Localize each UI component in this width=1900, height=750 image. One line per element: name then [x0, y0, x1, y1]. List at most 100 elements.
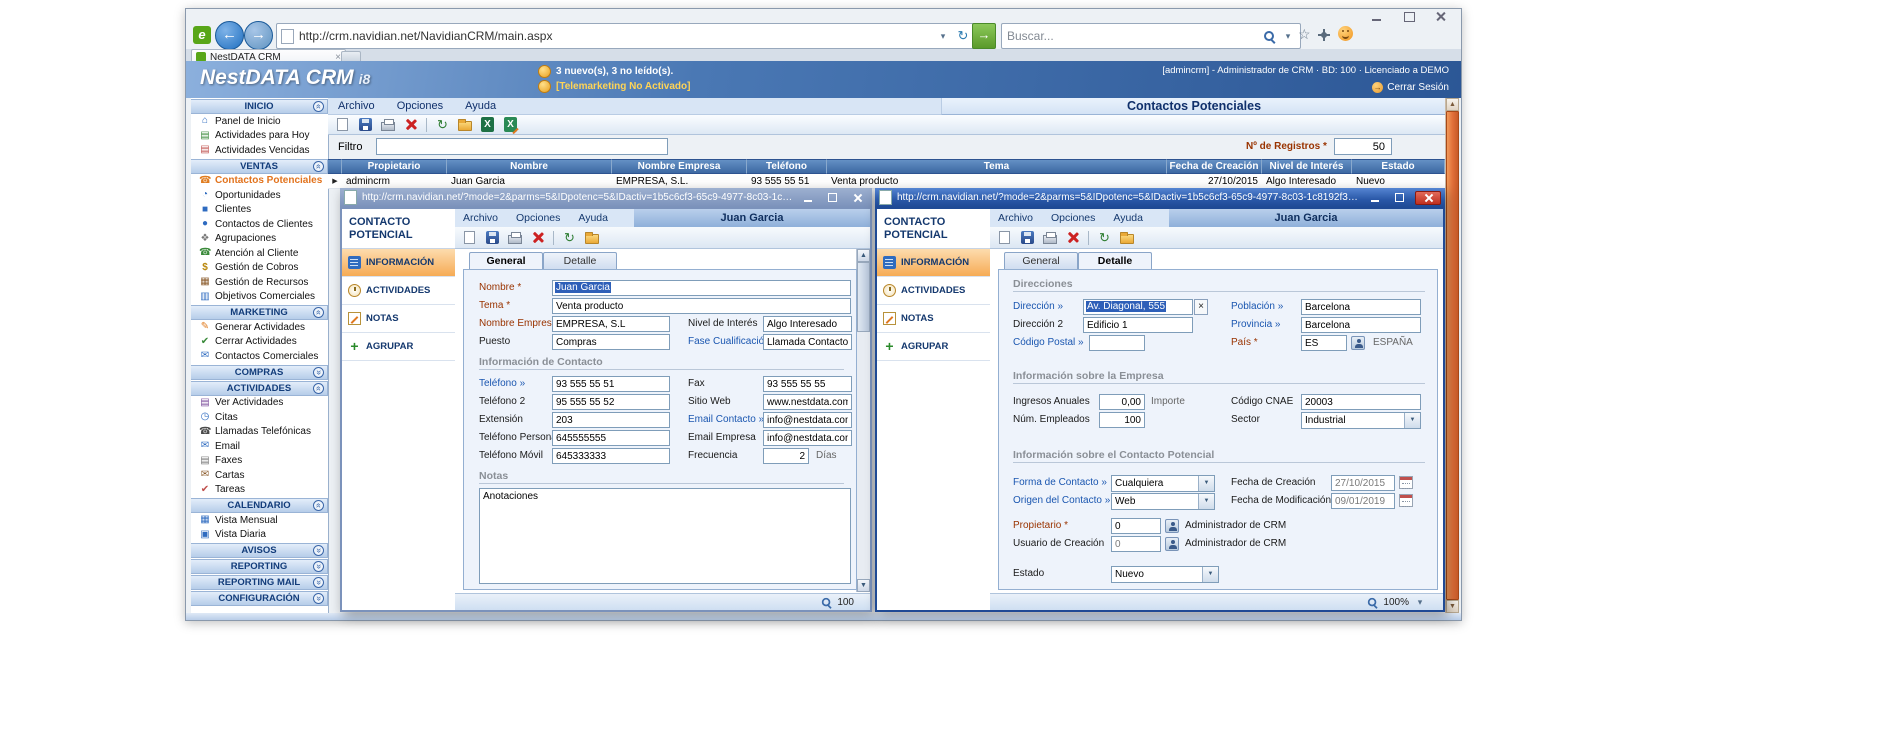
- column-header-propietario[interactable]: Propietario: [342, 159, 447, 174]
- ingresos-input[interactable]: [1099, 394, 1145, 410]
- new-record-icon[interactable]: [337, 118, 348, 131]
- collapse-chevron-icon[interactable]: [313, 500, 324, 511]
- notas-textarea[interactable]: Anotaciones: [479, 488, 851, 584]
- new-record-icon[interactable]: [464, 231, 475, 244]
- nombre-input[interactable]: Juan Garcia: [552, 280, 851, 296]
- go-button[interactable]: [972, 23, 996, 49]
- sidebar-item-agrupaciones[interactable]: Agrupaciones: [191, 232, 328, 247]
- refresh-page-icon[interactable]: [1097, 230, 1112, 245]
- codigo-cnae-input[interactable]: [1301, 394, 1421, 410]
- provincia-input[interactable]: [1301, 317, 1421, 333]
- dropdown-arrow-icon[interactable]: [1198, 494, 1214, 509]
- nav-item-informacion[interactable]: INFORMACIÓN: [877, 249, 990, 277]
- fax-input[interactable]: [763, 376, 852, 392]
- search-icon[interactable]: [1263, 30, 1276, 43]
- email-empresa-input[interactable]: [763, 430, 852, 446]
- save-icon[interactable]: [1021, 231, 1034, 244]
- refresh-icon[interactable]: [955, 28, 971, 44]
- popup-close-icon[interactable]: [1415, 191, 1441, 205]
- nav-item-notas[interactable]: NOTAS: [342, 305, 455, 333]
- usuario-lookup-icon[interactable]: [1165, 537, 1179, 551]
- telemarketing-status[interactable]: [Telemarketing No Activado]: [556, 81, 690, 92]
- fecha-modificacion-input[interactable]: [1331, 493, 1395, 509]
- scrollbar-thumb[interactable]: [857, 262, 870, 332]
- edit-excel-icon[interactable]: [504, 117, 517, 132]
- codigo-postal-label[interactable]: Código Postal »: [1013, 337, 1084, 348]
- sidebar-item-tareas[interactable]: Tareas: [191, 483, 328, 498]
- sidebar-item-panel-de-inicio[interactable]: Panel de Inicio: [191, 114, 328, 129]
- sidebar-item-llamadas-telefonicas[interactable]: Llamadas Telefónicas: [191, 425, 328, 440]
- cell-telefono[interactable]: 93 555 55 51: [747, 174, 827, 189]
- sitio-web-input[interactable]: [763, 394, 852, 410]
- usuario-creacion-input[interactable]: [1111, 536, 1161, 552]
- popup-maximize-icon[interactable]: [823, 191, 843, 205]
- sidebar-item-gestion-de-cobros[interactable]: Gestión de Cobros: [191, 261, 328, 276]
- telefono-movil-input[interactable]: [552, 448, 670, 464]
- zoom-icon[interactable]: [1367, 596, 1378, 607]
- poblacion-label[interactable]: Población »: [1231, 301, 1283, 312]
- print-icon[interactable]: [508, 235, 522, 244]
- sidebar-item-atencion-al-cliente[interactable]: Atención al Cliente: [191, 246, 328, 261]
- column-header-nombre[interactable]: Nombre: [447, 159, 612, 174]
- collapse-chevron-icon[interactable]: [313, 383, 324, 394]
- cell-nombre-empresa[interactable]: EMPRESA, S.L.: [612, 174, 747, 189]
- sidebar-section-configuracion[interactable]: CONFIGURACIÓN: [191, 591, 328, 606]
- folder-icon[interactable]: [1120, 234, 1134, 244]
- logout-button[interactable]: Cerrar Sesión: [1372, 82, 1449, 93]
- column-header-nombre-empresa[interactable]: Nombre Empresa: [612, 159, 747, 174]
- cell-nombre[interactable]: Juan Garcia: [447, 174, 612, 189]
- collapse-chevron-icon[interactable]: [313, 101, 324, 112]
- provincia-label[interactable]: Provincia »: [1231, 319, 1280, 330]
- main-scrollbar[interactable]: [1445, 98, 1459, 613]
- sidebar-item-contactos-comerciales[interactable]: Contactos Comerciales: [191, 349, 328, 364]
- column-header-tema[interactable]: Tema: [827, 159, 1167, 174]
- export-excel-icon[interactable]: [481, 117, 494, 132]
- cell-fecha-creacion[interactable]: 27/10/2015: [1167, 174, 1262, 189]
- dropdown-arrow-icon[interactable]: [1404, 413, 1420, 428]
- scroll-down-icon[interactable]: [857, 579, 870, 592]
- propietario-input[interactable]: [1111, 518, 1161, 534]
- sidebar-item-objetivos-comerciales[interactable]: Objetivos Comerciales: [191, 290, 328, 305]
- sidebar-item-generar-actividades[interactable]: Generar Actividades: [191, 320, 328, 335]
- email-contacto-input[interactable]: [763, 412, 852, 428]
- expand-chevron-icon[interactable]: [313, 577, 324, 588]
- sector-select[interactable]: Industrial: [1301, 412, 1421, 429]
- menu-archivo[interactable]: Archivo: [338, 100, 375, 112]
- folder-icon[interactable]: [458, 121, 472, 131]
- popup-menu-ayuda[interactable]: Ayuda: [1113, 212, 1143, 224]
- forward-button[interactable]: [244, 21, 273, 50]
- nav-item-notas[interactable]: NOTAS: [877, 305, 990, 333]
- refresh-page-icon[interactable]: [562, 230, 577, 245]
- fase-cualificacion-input[interactable]: [763, 334, 852, 350]
- origen-contacto-select[interactable]: Web: [1111, 493, 1215, 510]
- tab-general[interactable]: General: [469, 252, 543, 269]
- filter-input[interactable]: [376, 138, 668, 155]
- sidebar-section-avisos[interactable]: AVISOS: [191, 543, 328, 558]
- estado-select[interactable]: Nuevo: [1111, 566, 1219, 583]
- sidebar-item-faxes[interactable]: Faxes: [191, 454, 328, 469]
- popup-menu-opciones[interactable]: Opciones: [516, 212, 560, 224]
- tab-detalle[interactable]: Detalle: [1078, 252, 1152, 269]
- zoom-icon[interactable]: [821, 596, 832, 607]
- clear-field-icon[interactable]: [1194, 299, 1208, 315]
- puesto-input[interactable]: [552, 334, 670, 350]
- codigo-postal-input[interactable]: [1089, 335, 1145, 351]
- tab-detalle[interactable]: Detalle: [543, 252, 617, 269]
- scroll-down-icon[interactable]: [1446, 600, 1459, 613]
- delete-icon[interactable]: [403, 117, 418, 132]
- print-icon[interactable]: [1043, 235, 1057, 244]
- calendar-icon[interactable]: [1399, 476, 1413, 489]
- refresh-page-icon[interactable]: [435, 117, 450, 132]
- nav-item-agrupar[interactable]: AGRUPAR: [342, 333, 455, 361]
- feedback-smiley-icon[interactable]: [1338, 26, 1353, 41]
- zoom-level[interactable]: 100: [837, 597, 854, 608]
- cell-tema[interactable]: Venta producto: [827, 174, 1167, 189]
- new-record-icon[interactable]: [999, 231, 1010, 244]
- popup-menu-archivo[interactable]: Archivo: [463, 212, 498, 224]
- popup-menu-ayuda[interactable]: Ayuda: [578, 212, 608, 224]
- pais-input[interactable]: [1301, 335, 1347, 351]
- tema-input[interactable]: [552, 298, 851, 314]
- forma-contacto-select[interactable]: Cualquiera: [1111, 475, 1215, 492]
- sidebar-item-cerrar-actividades[interactable]: Cerrar Actividades: [191, 335, 328, 350]
- popup-menu-opciones[interactable]: Opciones: [1051, 212, 1095, 224]
